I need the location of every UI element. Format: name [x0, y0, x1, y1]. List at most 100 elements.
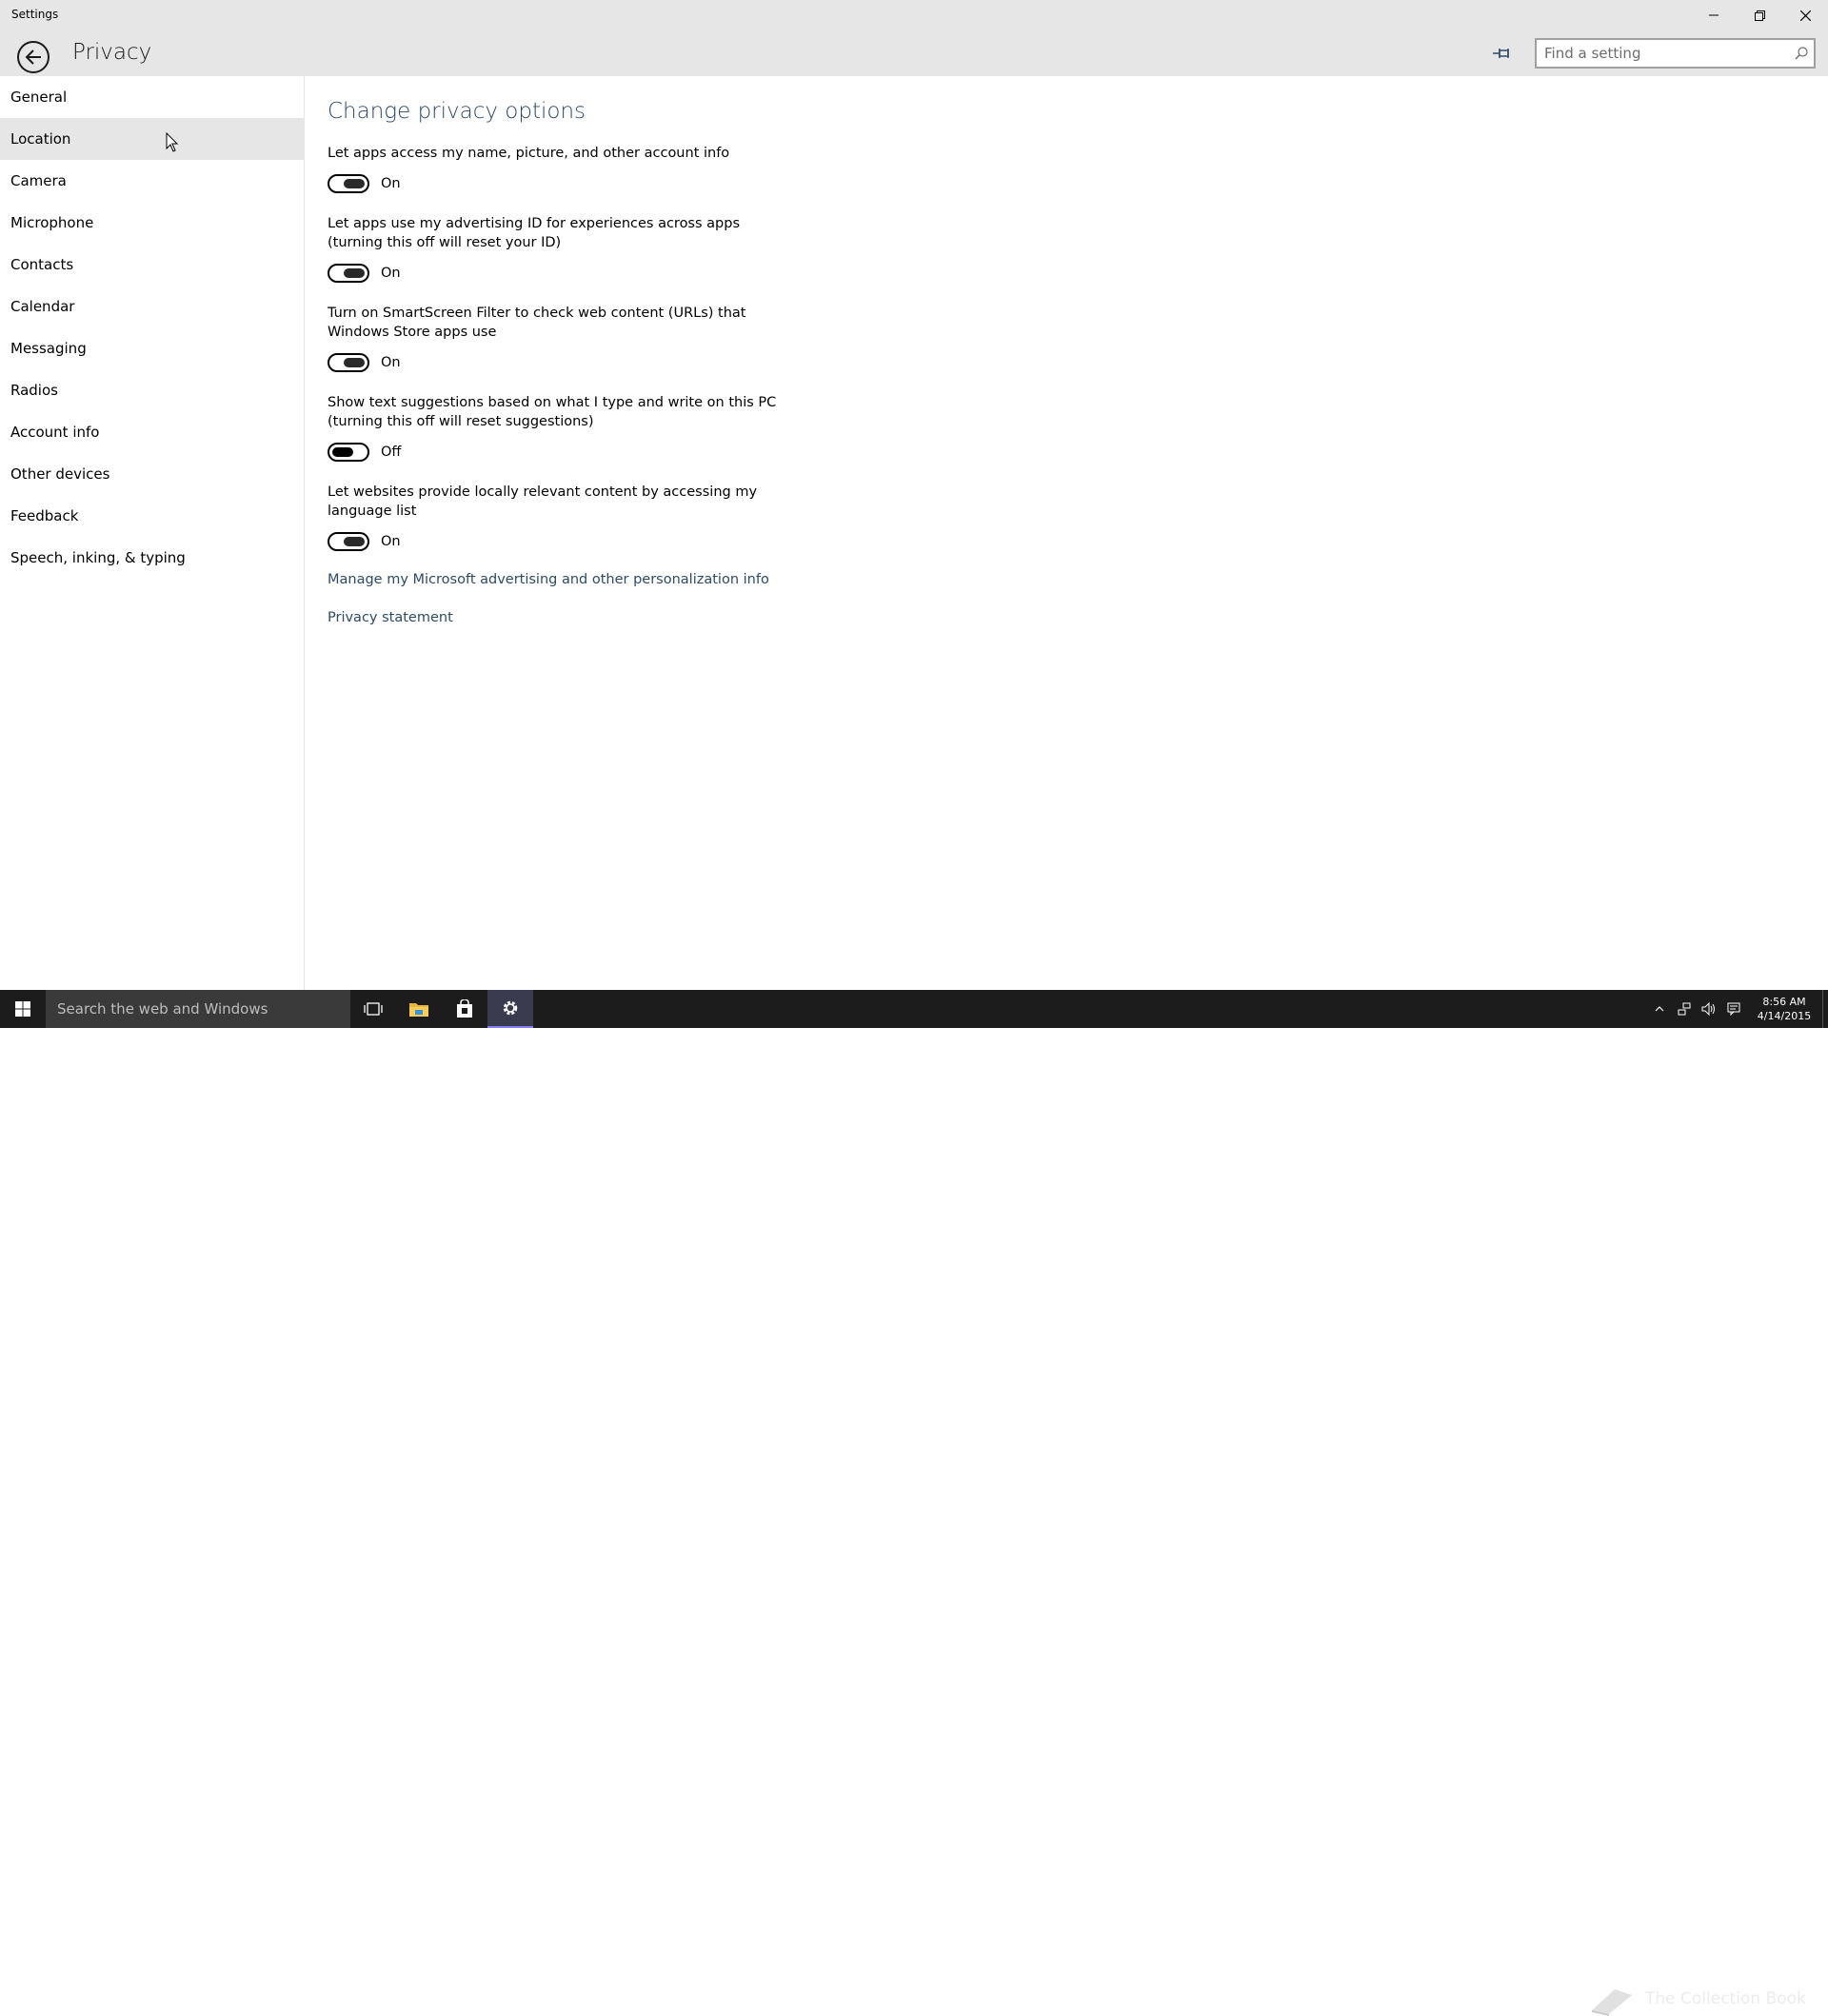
sidebar-item-label: Other devices [10, 465, 110, 483]
pin-to-start-button[interactable] [1489, 42, 1516, 65]
clock-time: 8:56 AM [1762, 996, 1806, 1008]
task-view-button[interactable] [350, 990, 396, 1028]
option-label-line: Turn on SmartScreen Filter to check web … [328, 306, 746, 321]
taskbar-search[interactable]: Search the web and Windows [46, 990, 350, 1028]
option-label-line: Windows Store apps use [328, 325, 497, 340]
sidebar-item-camera[interactable]: Camera [0, 160, 305, 202]
minimize-button[interactable] [1691, 0, 1737, 30]
option-language-list-label: Let websites provide locally relevant co… [328, 483, 785, 521]
window-controls [1691, 0, 1828, 30]
taskbar-search-text: Search the web and Windows [57, 1000, 268, 1018]
option-account-info-label: Let apps access my name, picture, and ot… [328, 144, 785, 163]
option-label-line: Let apps use my advertising ID for exper… [328, 216, 741, 231]
sidebar-item-contacts[interactable]: Contacts [0, 244, 305, 286]
find-setting-search[interactable] [1535, 38, 1816, 69]
sidebar-item-calendar[interactable]: Calendar [0, 286, 305, 327]
toggle-knob [344, 358, 365, 367]
privacy-statement-link[interactable]: Privacy statement [328, 610, 453, 625]
window-title: Settings [11, 8, 59, 21]
toggle-knob [332, 447, 353, 457]
manage-advertising-link[interactable]: Manage my Microsoft advertising and othe… [328, 572, 769, 587]
volume-button[interactable] [1697, 990, 1721, 1028]
gear-icon [503, 1000, 518, 1016]
section-title: Change privacy options [328, 99, 586, 124]
show-hidden-icons-button[interactable] [1647, 990, 1672, 1028]
show-desktop-button[interactable] [1822, 990, 1828, 1028]
folder-icon [409, 1003, 428, 1017]
toggle-state-label: On [381, 266, 401, 281]
option-advertising-id-toggle-row: On [328, 264, 401, 283]
back-arrow-icon [25, 49, 41, 65]
sidebar-item-label: Account info [10, 424, 100, 441]
sidebar-item-label: Contacts [10, 256, 74, 273]
toggle-state-label: On [381, 534, 401, 549]
sidebar-nav: General Location Camera Microphone Conta… [0, 76, 305, 990]
option-language-list-toggle-row: On [328, 532, 401, 551]
title-bar: Settings [0, 0, 1828, 30]
watermark-text: The Collection Book [1645, 1989, 1806, 2008]
sidebar-item-label: Microphone [10, 214, 94, 231]
clock-date: 4/14/2015 [1757, 1010, 1812, 1022]
sidebar-item-account-info[interactable]: Account info [0, 411, 305, 453]
sidebar-item-label: Camera [10, 172, 67, 189]
account-info-toggle[interactable] [328, 174, 369, 193]
back-button[interactable] [17, 41, 50, 73]
option-account-info-toggle-row: On [328, 174, 401, 193]
task-view-icon [364, 1002, 383, 1016]
sidebar-item-label: Messaging [10, 340, 87, 357]
option-smartscreen-toggle-row: On [328, 353, 401, 372]
notification-icon [1727, 1002, 1740, 1016]
sidebar-item-label: General [10, 89, 68, 106]
sidebar-item-radios[interactable]: Radios [0, 369, 305, 411]
sidebar-item-other-devices[interactable]: Other devices [0, 453, 305, 495]
network-icon [1678, 1002, 1691, 1016]
sidebar-item-label: Calendar [10, 298, 75, 315]
sidebar-item-speech[interactable]: Speech, inking, & typing [0, 537, 305, 579]
sidebar-item-messaging[interactable]: Messaging [0, 327, 305, 369]
advertising-id-toggle[interactable] [328, 264, 369, 283]
close-icon [1799, 10, 1811, 21]
action-center-button[interactable] [1721, 990, 1746, 1028]
toggle-state-label: On [381, 355, 401, 370]
settings-header: Privacy [0, 30, 1828, 76]
network-button[interactable] [1672, 990, 1697, 1028]
page-title: Privacy [72, 40, 152, 65]
option-label-line: (turning this off will reset your ID) [328, 235, 562, 250]
option-smartscreen-label: Turn on SmartScreen Filter to check web … [328, 304, 785, 342]
sidebar-item-feedback[interactable]: Feedback [0, 495, 305, 537]
mouse-cursor-icon [166, 132, 179, 152]
toggle-knob [344, 179, 365, 188]
start-button[interactable] [0, 990, 46, 1028]
toggle-state-label: On [381, 176, 401, 191]
text-suggestions-toggle[interactable] [328, 443, 369, 462]
settings-taskbar-button[interactable] [487, 990, 533, 1028]
store-bag-icon [457, 999, 472, 1018]
toggle-knob [344, 537, 365, 546]
windows-logo-icon [15, 1001, 30, 1017]
language-list-toggle[interactable] [328, 532, 369, 551]
option-label-line: (turning this off will reset suggestions… [328, 414, 594, 429]
sidebar-item-label: Radios [10, 382, 58, 399]
watermark: The Collection Book [1588, 1984, 1806, 2016]
option-label-line: Let apps access my name, picture, and ot… [328, 146, 730, 161]
search-icon[interactable] [1795, 47, 1808, 60]
option-advertising-id-label: Let apps use my advertising ID for exper… [328, 214, 785, 252]
pin-icon [1493, 49, 1509, 58]
toggle-state-label: Off [381, 445, 402, 460]
close-button[interactable] [1782, 0, 1828, 30]
minimize-icon [1709, 14, 1719, 16]
taskbar-clock[interactable]: 8:56 AM 4/14/2015 [1746, 995, 1822, 1023]
sidebar-item-label: Speech, inking, & typing [10, 549, 186, 566]
speaker-icon [1701, 1002, 1715, 1016]
sidebar-item-microphone[interactable]: Microphone [0, 202, 305, 244]
sidebar-item-general[interactable]: General [0, 76, 305, 118]
sidebar-item-location[interactable]: Location [0, 118, 305, 160]
search-input[interactable] [1537, 40, 1814, 67]
file-explorer-button[interactable] [396, 990, 442, 1028]
option-label-line: Let websites provide locally relevant co… [328, 484, 758, 500]
smartscreen-toggle[interactable] [328, 353, 369, 372]
option-text-suggestions-toggle-row: Off [328, 443, 401, 462]
store-button[interactable] [442, 990, 487, 1028]
book-logo-icon [1592, 1989, 1632, 2016]
restore-button[interactable] [1737, 0, 1782, 30]
